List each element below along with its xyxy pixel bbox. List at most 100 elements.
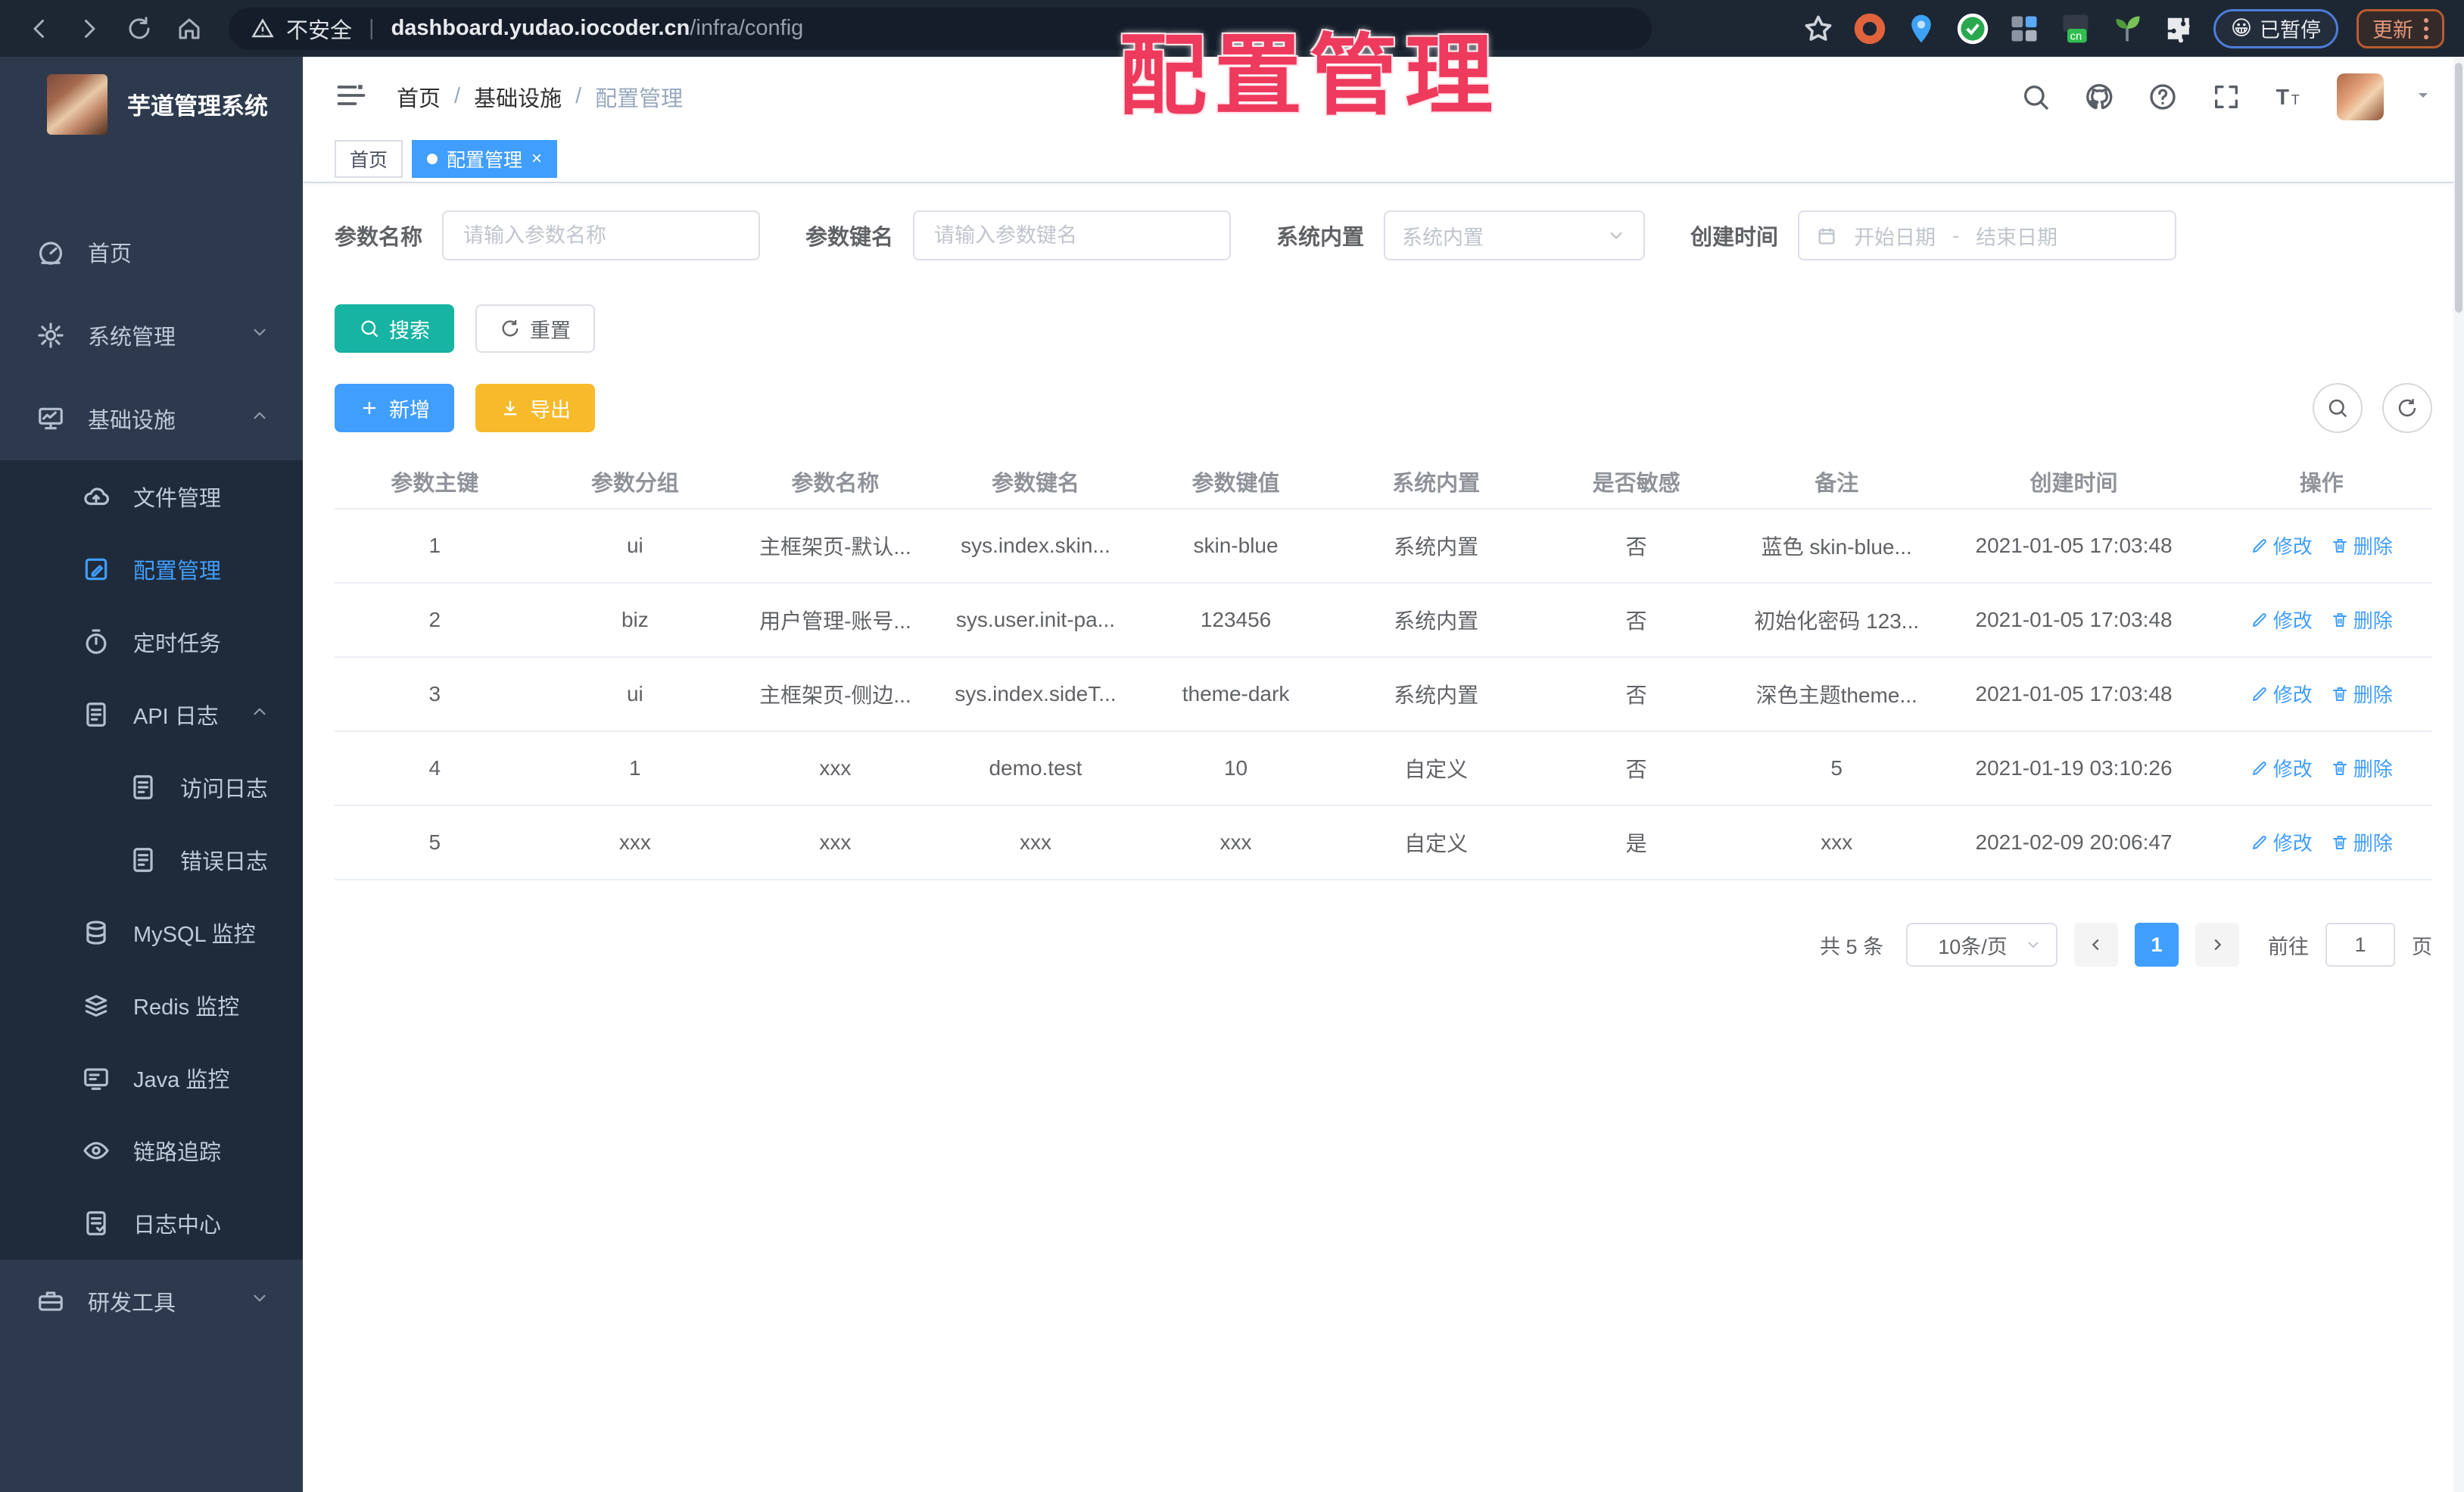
cell: skin-blue — [1135, 509, 1336, 584]
app-logo-row[interactable]: 芋道管理系统 — [0, 57, 303, 151]
sidebar-item-2[interactable]: 基础设施 — [0, 377, 303, 460]
tab-0[interactable]: 首页 — [335, 140, 403, 178]
reset-button[interactable]: 重置 — [475, 304, 595, 353]
delete-link[interactable]: 删除 — [2331, 606, 2393, 634]
fullscreen-icon[interactable] — [2210, 80, 2243, 114]
column-header-3: 参数键名 — [935, 454, 1136, 509]
prev-page-button[interactable] — [2074, 923, 2118, 967]
delete-link[interactable]: 删除 — [2331, 680, 2393, 708]
cell: 初始化密码 123... — [1736, 583, 1937, 658]
edit-link[interactable]: 修改 — [2251, 606, 2313, 634]
export-button[interactable]: 导出 — [475, 384, 595, 432]
home-icon[interactable] — [170, 9, 209, 48]
green-circle-icon[interactable] — [1956, 12, 1989, 45]
search-button[interactable]: 搜索 — [335, 304, 454, 353]
next-page-button[interactable] — [2195, 923, 2239, 967]
sidebar-item-3[interactable]: 文件管理 — [0, 460, 303, 533]
sidebar-item-label: Redis 监控 — [133, 995, 240, 1020]
sidebar-item-9[interactable]: MySQL 监控 — [0, 896, 303, 969]
table-row-2: 3 ui 主框架页-侧边... sys.index.sideT... theme-dar… — [335, 657, 2432, 732]
download-icon — [503, 400, 517, 416]
stamp-title: 配置管理 — [1119, 26, 1500, 125]
param-key-label: 参数键名 — [805, 226, 894, 250]
sidebar-item-1[interactable]: 系统管理 — [0, 294, 303, 377]
delete-link[interactable]: 删除 — [2331, 828, 2393, 856]
delete-link[interactable]: 删除 — [2331, 531, 2393, 559]
cell: 2021-01-05 17:03:48 — [1936, 509, 2211, 584]
leaf-icon[interactable] — [2110, 12, 2144, 45]
current-page[interactable]: 1 — [2135, 923, 2179, 967]
param-key-input[interactable] — [913, 210, 1232, 260]
cn-badge-icon[interactable]: cn — [2059, 12, 2092, 45]
tab-1[interactable]: 配置管理 × — [412, 140, 558, 178]
add-button[interactable]: 新增 — [335, 384, 454, 432]
forward-icon[interactable] — [70, 9, 109, 48]
reload-icon[interactable] — [120, 9, 159, 48]
actions-cell: 修改 删除 — [2210, 583, 2432, 658]
blue-pin-icon[interactable] — [1905, 12, 1938, 45]
param-name-input[interactable] — [442, 210, 761, 260]
sidebar-item-14[interactable]: 研发工具 — [0, 1260, 303, 1343]
edit-link[interactable]: 修改 — [2251, 828, 2313, 856]
edit-link[interactable]: 修改 — [2251, 754, 2313, 782]
sidebar-item-13[interactable]: 日志中心 — [0, 1187, 303, 1260]
delete-link-label: 删除 — [2353, 684, 2393, 707]
fontsize-icon[interactable]: TT — [2273, 80, 2307, 114]
cell: 4 — [335, 731, 535, 806]
sidebar-item-12[interactable]: 链路追踪 — [0, 1114, 303, 1187]
main-area: 首页/基础设施/配置管理 TT 首页配置管理× 参数名称 参数键名 系统内置 系… — [303, 57, 2464, 1492]
puzzle-icon[interactable] — [2162, 12, 2195, 45]
cell: 2021-01-05 17:03:48 — [1936, 657, 2211, 732]
edit-link[interactable]: 修改 — [2251, 531, 2313, 559]
github-icon[interactable] — [2082, 80, 2116, 114]
sidebar-item-10[interactable]: Redis 监控 — [0, 969, 303, 1042]
builtin-select[interactable]: 系统内置 — [1384, 210, 1646, 260]
sidebar-item-4[interactable]: 配置管理 — [0, 533, 303, 606]
sidebar-item-7[interactable]: 访问日志 — [0, 751, 303, 824]
chevron-right-icon — [2214, 939, 2222, 951]
kebab-menu-icon[interactable] — [2424, 17, 2428, 39]
search-icon[interactable] — [2019, 80, 2052, 114]
breadcrumb-item-0[interactable]: 首页 — [397, 81, 441, 113]
paused-badge[interactable]: 😀 已暂停 — [2213, 8, 2338, 48]
caret-down-icon[interactable] — [2414, 86, 2432, 107]
scrollbar[interactable] — [2453, 57, 2464, 1492]
help-icon[interactable] — [2146, 80, 2179, 114]
breadcrumb-item-1[interactable]: 基础设施 — [474, 81, 562, 113]
sidebar-item-6[interactable]: API 日志 — [0, 678, 303, 751]
delete-icon — [2331, 833, 2349, 852]
goto-page-input[interactable] — [2325, 923, 2395, 967]
hamburger-icon[interactable] — [335, 79, 371, 115]
orange-ring-icon[interactable] — [1853, 12, 1886, 45]
doc-icon — [129, 773, 157, 802]
delete-link-label: 删除 — [2353, 535, 2393, 559]
sidebar-item-5[interactable]: 定时任务 — [0, 606, 303, 678]
sidebar-item-8[interactable]: 错误日志 — [0, 824, 303, 896]
back-icon[interactable] — [20, 9, 59, 48]
cell: 蓝色 skin-blue... — [1736, 509, 1937, 584]
chevron-left-icon — [2092, 939, 2099, 951]
cell: 否 — [1536, 583, 1737, 658]
sidebar-item-0[interactable]: 首页 — [0, 210, 303, 294]
paused-label: 已暂停 — [2260, 19, 2321, 42]
sidebar-item-11[interactable]: Java 监控 — [0, 1042, 303, 1114]
toggle-search-button[interactable] — [2313, 383, 2363, 433]
cell: 2021-01-19 03:10:26 — [1936, 731, 2211, 806]
refresh-table-button[interactable] — [2382, 383, 2432, 433]
close-tab-icon[interactable]: × — [531, 150, 542, 168]
grid-icon[interactable] — [2008, 12, 2041, 45]
date-range-picker[interactable]: 开始日期 - 结束日期 — [1798, 210, 2177, 260]
delete-link[interactable]: 删除 — [2331, 754, 2393, 782]
edit-link[interactable]: 修改 — [2251, 680, 2313, 708]
svg-text:T: T — [2291, 92, 2300, 107]
app-logo-image — [47, 73, 107, 135]
scrollbar-thumb[interactable] — [2455, 63, 2462, 313]
page-size-select[interactable]: 10条/页 — [1906, 923, 2057, 967]
goto-label: 前往 — [2268, 935, 2309, 958]
cell: 主框架页-侧边... — [735, 657, 936, 732]
bookmark-star-icon[interactable] — [1802, 12, 1835, 45]
edit-link-label: 修改 — [2272, 535, 2313, 559]
update-button[interactable]: 更新 — [2357, 8, 2444, 48]
user-avatar[interactable] — [2337, 73, 2384, 120]
cell: 3 — [335, 657, 535, 732]
